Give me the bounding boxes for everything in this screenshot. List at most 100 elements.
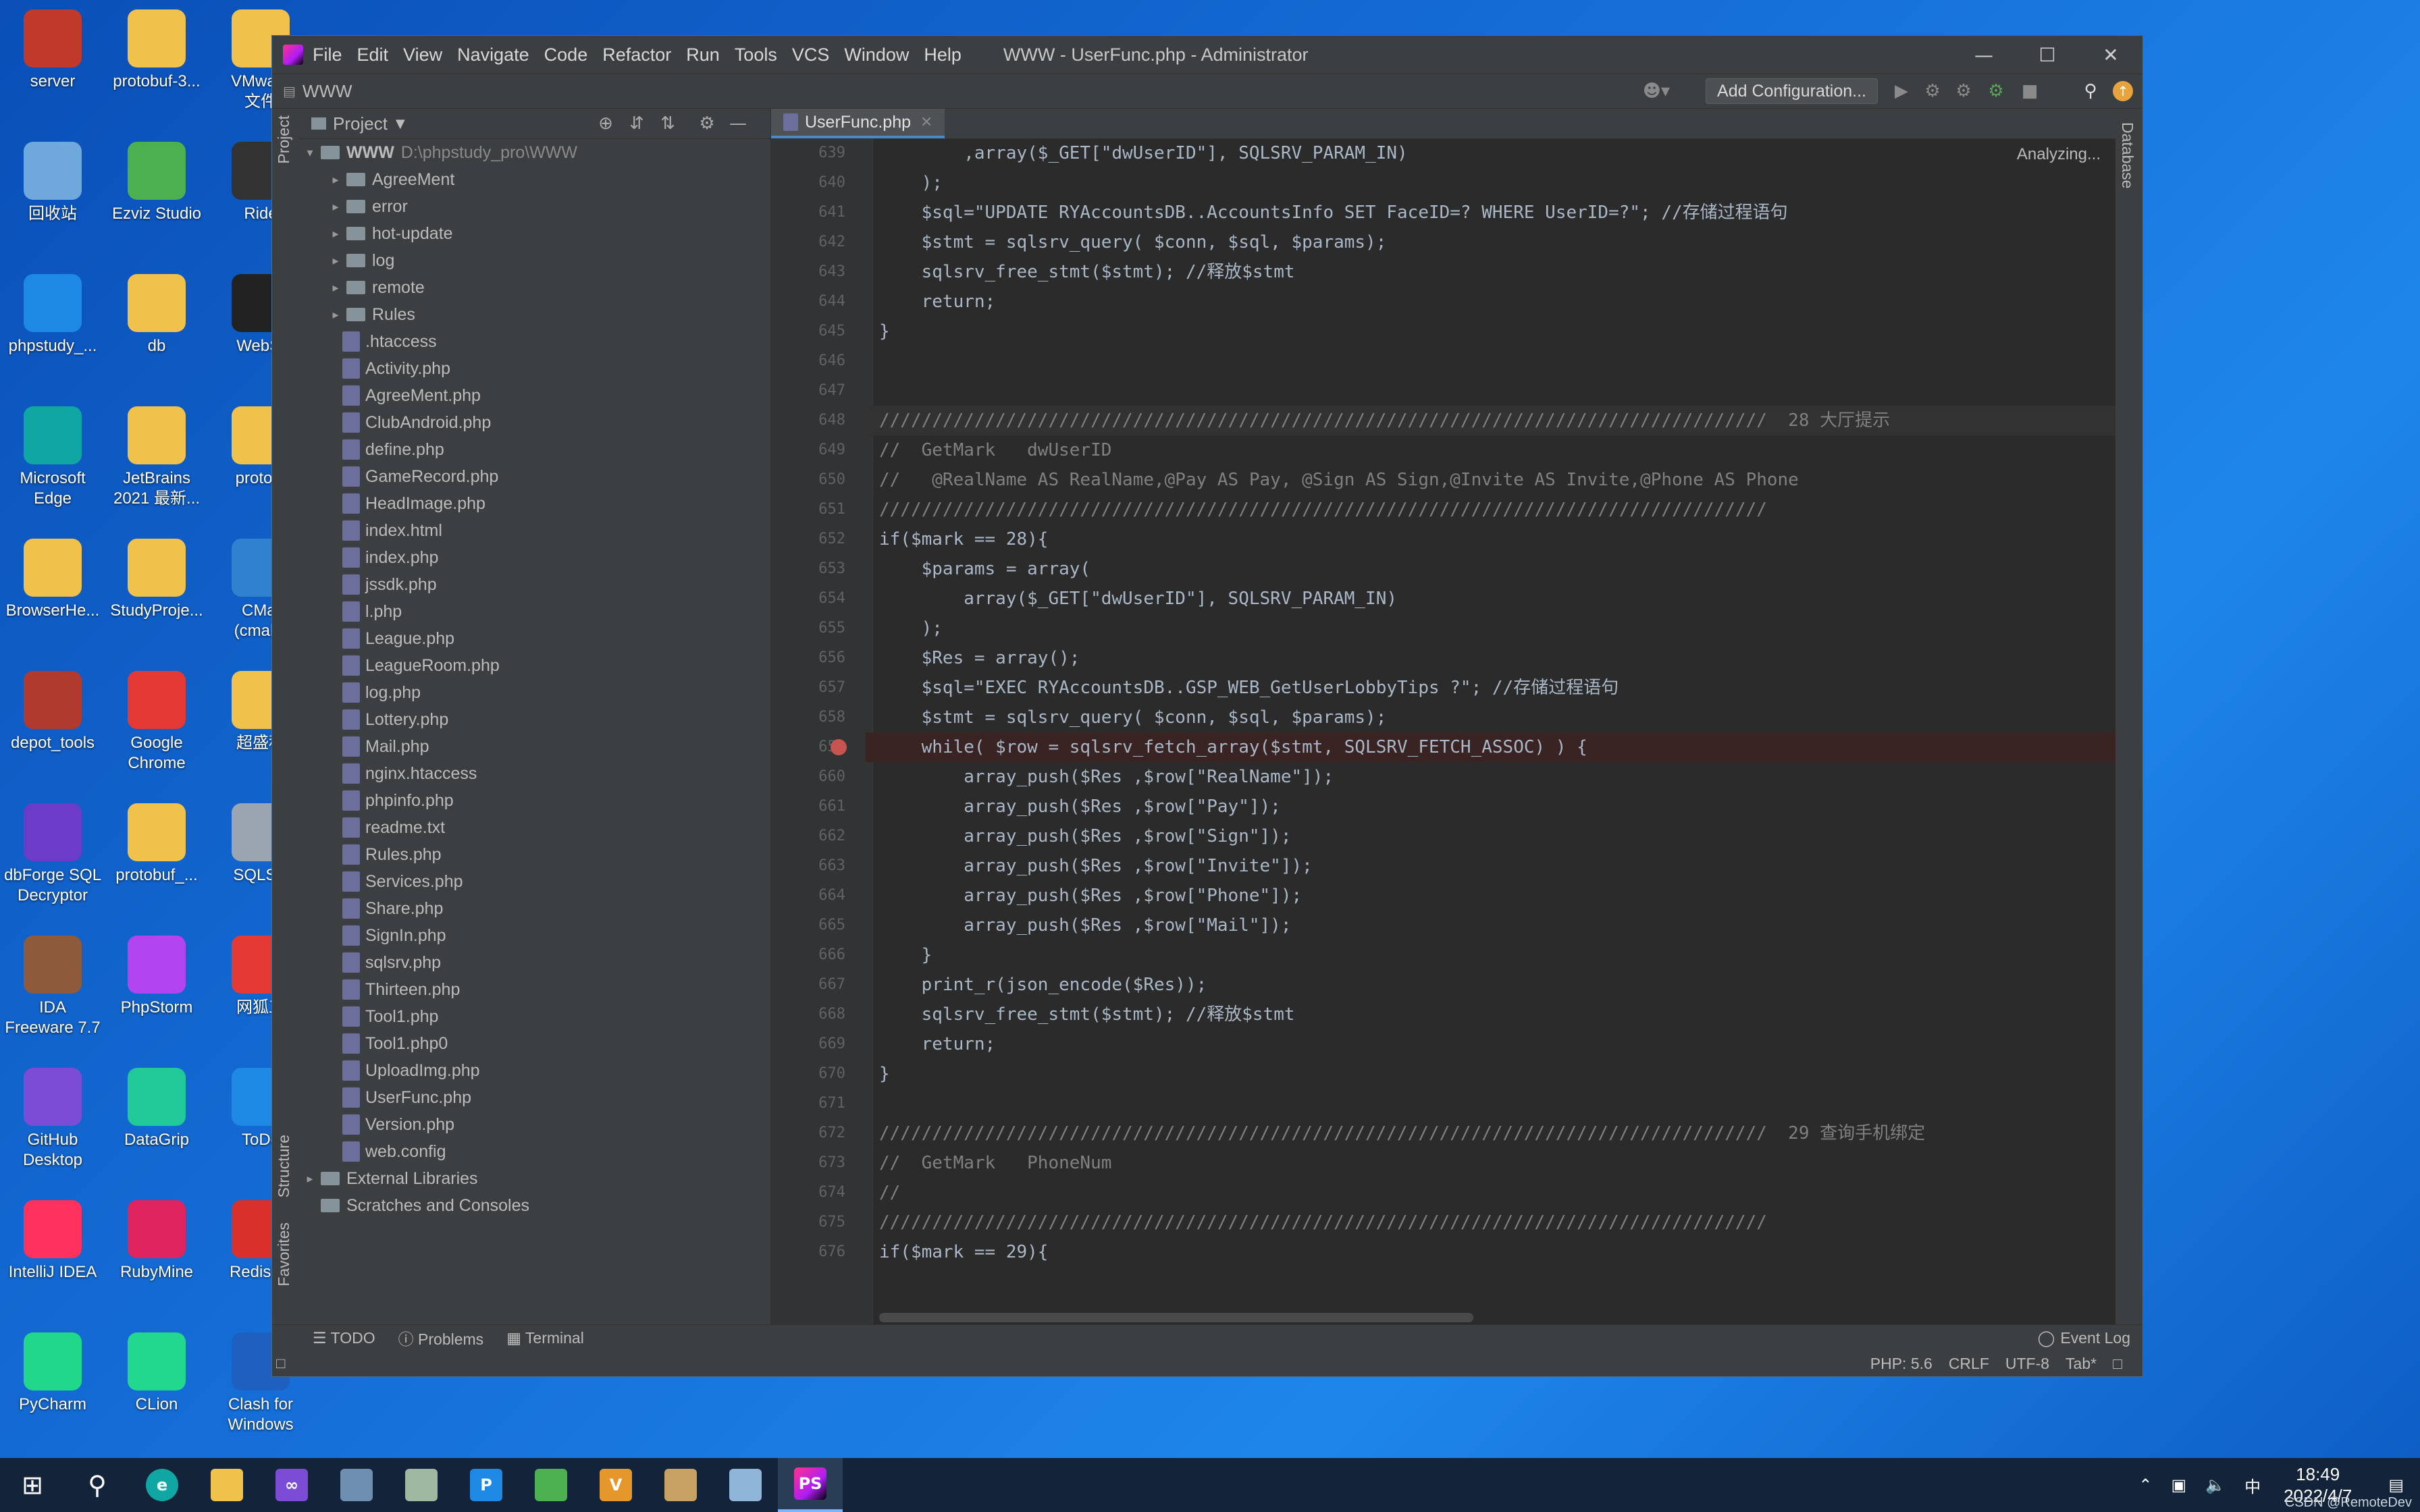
line-number[interactable]: 672: [771, 1118, 845, 1148]
desktop-icon[interactable]: db: [96, 274, 217, 356]
tab-database[interactable]: Database: [2118, 122, 2136, 188]
hide-icon[interactable]: —: [726, 113, 750, 134]
line-number[interactable]: 675: [771, 1208, 845, 1237]
tree-file[interactable]: sqlsrv.php: [299, 949, 770, 976]
network-icon[interactable]: ▣: [2172, 1476, 2187, 1495]
desktop-icon[interactable]: Ezviz Studio: [96, 142, 217, 224]
line-number[interactable]: 669: [771, 1029, 845, 1059]
desktop-icon[interactable]: RubyMine: [96, 1200, 217, 1282]
code-line[interactable]: $sql="EXEC RYAccountsDB..GSP_WEB_GetUser…: [879, 673, 1619, 703]
code-line[interactable]: sqlsrv_free_stmt($stmt); //释放$stmt: [879, 257, 1295, 287]
line-number[interactable]: 654: [771, 584, 845, 614]
notification-icon[interactable]: ▤: [2388, 1476, 2404, 1495]
line-number[interactable]: 653: [771, 554, 845, 584]
tree-folder[interactable]: ▸ remote: [299, 274, 770, 301]
tree-file[interactable]: web.config: [299, 1138, 770, 1165]
taskbar-app11[interactable]: [713, 1458, 778, 1512]
problems-button[interactable]: ⓘ Problems: [398, 1326, 484, 1349]
code-line[interactable]: // GetMark PhoneNum: [879, 1148, 1111, 1178]
tree-file[interactable]: AgreeMent.php: [299, 382, 770, 409]
code-line[interactable]: );: [879, 614, 943, 643]
code-line[interactable]: // @RealName AS RealName,@Pay AS Pay, @S…: [879, 465, 1799, 495]
line-number[interactable]: 645: [771, 317, 845, 346]
chevron-right-icon[interactable]: ▸: [329, 227, 342, 241]
chevron-right-icon[interactable]: ▸: [303, 1172, 317, 1186]
line-number[interactable]: 670: [771, 1059, 845, 1089]
taskbar-app5[interactable]: [324, 1458, 389, 1512]
tree-file[interactable]: League.php: [299, 625, 770, 652]
code-line[interactable]: $Res = array();: [879, 643, 1080, 673]
code-line[interactable]: $stmt = sqlsrv_query( $conn, $sql, $para…: [879, 227, 1387, 257]
line-number[interactable]: 655: [771, 614, 845, 643]
tab-favorites[interactable]: Favorites: [275, 1222, 293, 1287]
tree-file[interactable]: UserFunc.php: [299, 1084, 770, 1111]
tree-file[interactable]: SignIn.php: [299, 922, 770, 949]
tree-file[interactable]: LeagueRoom.php: [299, 652, 770, 679]
line-number[interactable]: 644: [771, 287, 845, 317]
chevron-down-icon[interactable]: ▼: [396, 117, 405, 131]
line-number[interactable]: 661: [771, 792, 845, 821]
tree-file[interactable]: index.html: [299, 517, 770, 544]
maximize-button[interactable]: ☐: [2016, 36, 2079, 74]
menu-item[interactable]: File: [313, 45, 342, 65]
code-line[interactable]: }: [879, 317, 890, 346]
menu-item[interactable]: Navigate: [457, 45, 529, 65]
collapse-all-icon[interactable]: ⇅: [656, 113, 680, 134]
line-number[interactable]: 660: [771, 762, 845, 792]
code-line[interactable]: }: [879, 940, 932, 970]
tree-file[interactable]: .htaccess: [299, 328, 770, 355]
line-number[interactable]: 652: [771, 524, 845, 554]
tree-file[interactable]: GameRecord.php: [299, 463, 770, 490]
line-number[interactable]: 642: [771, 227, 845, 257]
tree-file[interactable]: Rules.php: [299, 841, 770, 868]
menu-item[interactable]: VCS: [792, 45, 830, 65]
line-number[interactable]: 643: [771, 257, 845, 287]
menu-item[interactable]: Run: [686, 45, 720, 65]
tree-extra[interactable]: ▸ External Libraries: [299, 1165, 770, 1192]
line-number[interactable]: 640: [771, 168, 845, 198]
tree-file[interactable]: define.php: [299, 436, 770, 463]
tree-file[interactable]: Lottery.php: [299, 706, 770, 733]
tree-file[interactable]: Services.php: [299, 868, 770, 895]
code-line[interactable]: ,array($_GET["dwUserID"], SQLSRV_PARAM_I…: [879, 138, 1407, 168]
chevron-right-icon[interactable]: ▸: [329, 308, 342, 322]
code-line[interactable]: array_push($Res ,$row["RealName"]);: [879, 762, 1334, 792]
line-number[interactable]: 664: [771, 881, 845, 911]
gear-icon[interactable]: ⚙: [695, 113, 719, 134]
minimize-button[interactable]: —: [1952, 36, 2016, 74]
tree-file[interactable]: ClubAndroid.php: [299, 409, 770, 436]
breakpoint-icon[interactable]: [831, 739, 847, 755]
chevron-right-icon[interactable]: ▸: [329, 254, 342, 268]
desktop-icon[interactable]: protobuf-3...: [96, 9, 217, 92]
tree-file[interactable]: readme.txt: [299, 814, 770, 841]
attach-icon[interactable]: ⚙: [1984, 80, 2007, 103]
desktop-icon[interactable]: CLion: [96, 1332, 217, 1415]
project-title[interactable]: Project: [333, 113, 388, 134]
chevron-right-icon[interactable]: ▸: [329, 173, 342, 187]
event-log-button[interactable]: ◯ Event Log: [2038, 1325, 2130, 1351]
indent-setting[interactable]: Tab*: [2066, 1355, 2097, 1373]
line-number[interactable]: 671: [771, 1089, 845, 1118]
line-number[interactable]: 668: [771, 1000, 845, 1029]
code-line[interactable]: if($mark == 28){: [879, 524, 1048, 554]
code-line[interactable]: $params = array(: [879, 554, 1090, 584]
line-number[interactable]: 666: [771, 940, 845, 970]
menu-item[interactable]: Tools: [735, 45, 777, 65]
tree-extra[interactable]: Scratches and Consoles: [299, 1192, 770, 1219]
taskbar-phpstorm[interactable]: PS: [778, 1458, 843, 1512]
horizontal-scrollbar[interactable]: [879, 1313, 1473, 1322]
tree-folder[interactable]: ▸ log: [299, 247, 770, 274]
breadcrumb[interactable]: WWW: [302, 81, 352, 102]
code-line[interactable]: array_push($Res ,$row["Mail"]);: [879, 911, 1291, 940]
locate-icon[interactable]: ⊕: [594, 113, 618, 134]
code-line[interactable]: return;: [879, 287, 996, 317]
tree-file[interactable]: index.php: [299, 544, 770, 571]
terminal-button[interactable]: ▦ Terminal: [506, 1329, 584, 1347]
code-line[interactable]: $sql="UPDATE RYAccountsDB..AccountsInfo …: [879, 198, 1788, 227]
line-number[interactable]: 656: [771, 643, 845, 673]
line-number[interactable]: 673: [771, 1148, 845, 1178]
code-line[interactable]: }: [879, 1059, 890, 1089]
tree-file[interactable]: jssdk.php: [299, 571, 770, 598]
line-number[interactable]: 641: [771, 198, 845, 227]
code-line[interactable]: array($_GET["dwUserID"], SQLSRV_PARAM_IN…: [879, 584, 1397, 614]
